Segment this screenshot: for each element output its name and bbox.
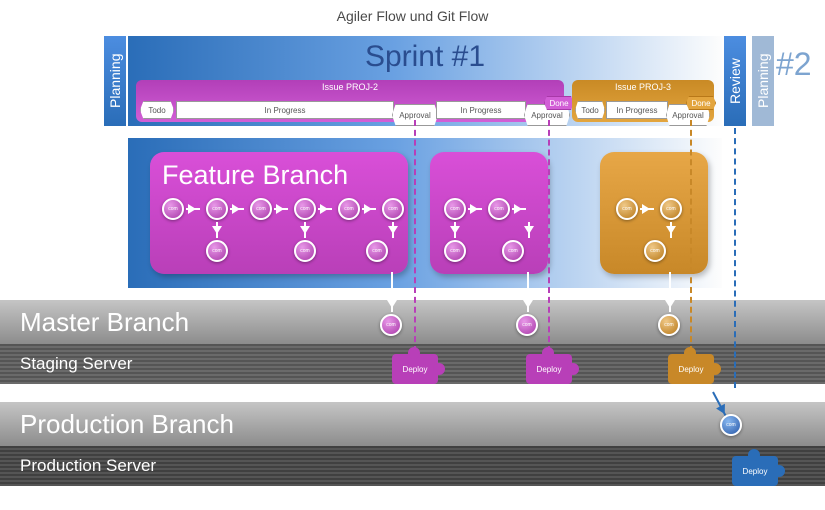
master-branch-band: Master Branch (0, 300, 825, 344)
arrow-icon (216, 222, 218, 238)
review-line (734, 128, 736, 388)
deploy-badge: Deploy (392, 354, 438, 384)
deploy-badge: Deploy (668, 354, 714, 384)
sprint-next: #2 (776, 46, 812, 83)
commit-node: com (502, 240, 524, 262)
issue-lane: Done (686, 96, 716, 110)
issue-lane: Todo (575, 101, 605, 119)
arrow-icon (362, 208, 376, 210)
deploy-badge: Deploy (526, 354, 572, 384)
arrow-icon (318, 208, 332, 210)
issue-lane: Done (544, 96, 574, 110)
arrow-icon (528, 222, 530, 238)
commit-node: com (366, 240, 388, 262)
sprint-label: Sprint #1 (128, 36, 722, 74)
issue-lane: Todo (140, 101, 174, 119)
diagram-title: Agiler Flow und Git Flow (0, 0, 825, 28)
commit-node: com (660, 198, 682, 220)
approval-line (548, 120, 550, 352)
arrow-icon (468, 208, 482, 210)
commit-node: com (616, 198, 638, 220)
commit-node: com (294, 198, 316, 220)
commit-node: com (658, 314, 680, 336)
commit-node: com (382, 198, 404, 220)
issue-proj3-id: Issue PROJ-3 (572, 80, 714, 92)
arrow-icon (391, 272, 393, 312)
approval-line (414, 120, 416, 352)
approval-line (690, 120, 692, 352)
commit-node: com (206, 198, 228, 220)
arrow-icon (274, 208, 288, 210)
commit-node: com (250, 198, 272, 220)
arrow-icon (304, 222, 306, 238)
issue-lane: In Progress (436, 101, 526, 119)
arrow-icon (512, 208, 526, 210)
phase-planning-2: Planning (752, 36, 774, 126)
commit-node: com (294, 240, 316, 262)
commit-node: com (206, 240, 228, 262)
commit-node: com (644, 240, 666, 262)
commit-node: com (488, 198, 510, 220)
arrow-icon (670, 222, 672, 238)
commit-node: com (516, 314, 538, 336)
issue-bar-proj2: Issue PROJ-2 Todo In Progress Approval I… (136, 80, 564, 122)
arrow-icon (454, 222, 456, 238)
phase-review: Review (724, 36, 746, 126)
commit-node: com (720, 414, 742, 436)
deploy-badge: Deploy (732, 456, 778, 486)
issue-lane: In Progress (176, 101, 394, 119)
arrow-icon (669, 272, 671, 312)
issue-proj2-id: Issue PROJ-2 (136, 80, 564, 92)
production-server-band: Production Server (0, 446, 825, 486)
arrow-icon (640, 208, 654, 210)
production-branch-band: Production Branch (0, 402, 825, 446)
commit-node: com (444, 198, 466, 220)
arrow-icon (230, 208, 244, 210)
commit-node: com (444, 240, 466, 262)
commit-node: com (162, 198, 184, 220)
commit-node: com (380, 314, 402, 336)
commit-node: com (338, 198, 360, 220)
issue-lane: In Progress (606, 101, 668, 119)
feature-branch-title: Feature Branch (150, 152, 408, 199)
arrow-icon (392, 222, 394, 238)
arrow-icon (527, 272, 529, 312)
phase-planning-1: Planning (104, 36, 126, 126)
arrow-icon (186, 208, 200, 210)
issue-bar-proj3: Issue PROJ-3 Todo In Progress Approval D… (572, 80, 714, 122)
